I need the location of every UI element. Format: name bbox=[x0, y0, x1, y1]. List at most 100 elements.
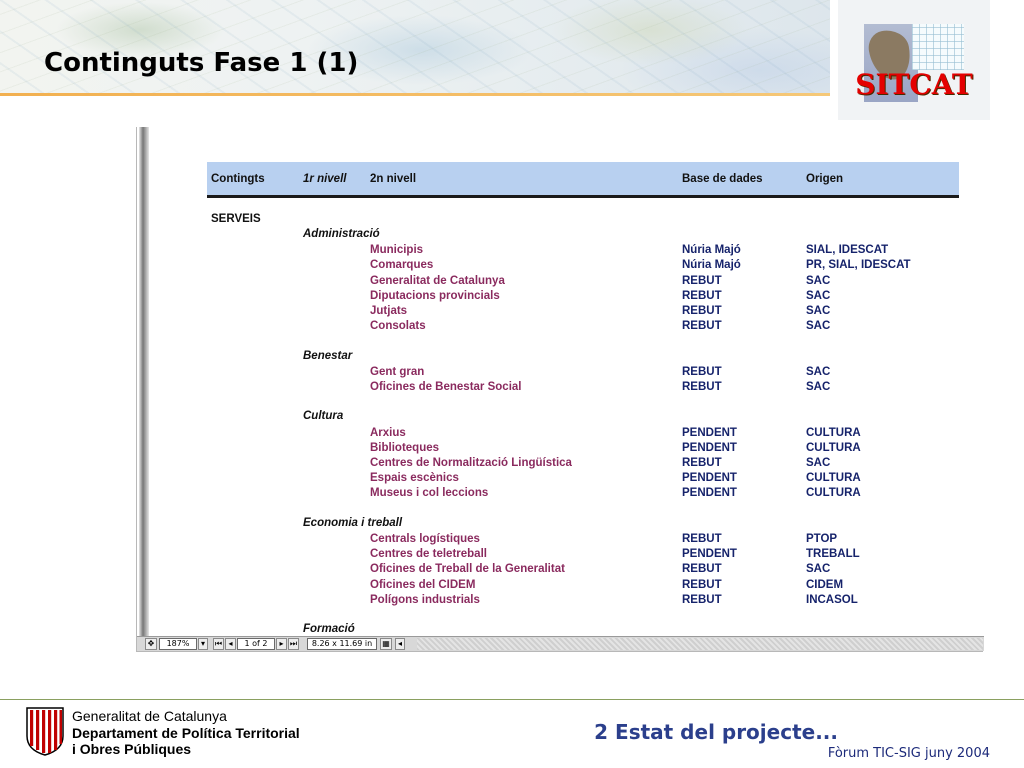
table-row: Arxius PENDENT CULTURA bbox=[149, 426, 984, 441]
item-name: Oficines del CIDEM bbox=[370, 578, 476, 591]
item-database: PENDENT bbox=[682, 472, 737, 485]
item-database: REBUT bbox=[682, 593, 722, 606]
item-database: REBUT bbox=[682, 457, 722, 469]
table-row: Comarques Núria Majó PR, SIAL, IDESCAT bbox=[149, 258, 984, 273]
header-origen: Origen bbox=[806, 173, 844, 185]
item-database: Núria Majó bbox=[682, 244, 741, 257]
item-name: Biblioteques bbox=[370, 441, 440, 454]
item-origin: CULTURA bbox=[806, 426, 861, 439]
item-origin: SAC bbox=[806, 381, 831, 393]
prev-page-icon[interactable]: ◂ bbox=[225, 638, 236, 650]
generalitat-emblem-icon bbox=[26, 707, 64, 756]
item-origin: INCASOL bbox=[806, 593, 858, 606]
table-row: Jutjats REBUT SAC bbox=[149, 304, 984, 319]
first-page-icon[interactable]: ⏮ bbox=[213, 638, 224, 650]
item-origin: SAC bbox=[806, 365, 831, 378]
item-database: PENDENT bbox=[682, 426, 737, 439]
item-name: Centrals logístiques bbox=[370, 533, 480, 545]
item-database: REBUT bbox=[682, 320, 722, 333]
item-origin: TREBALL bbox=[806, 548, 860, 561]
footer-rule bbox=[0, 699, 1024, 700]
table-row: Biblioteques PENDENT CULTURA bbox=[149, 441, 984, 456]
item-name: Oficines de Treball de la Generalitat bbox=[370, 563, 565, 576]
item-name: Consolats bbox=[370, 320, 426, 333]
item-origin: PR, SIAL, IDESCAT bbox=[806, 259, 911, 272]
table-row: Oficines del CIDEM REBUT CIDEM bbox=[149, 578, 984, 593]
item-name: Diputacions provincials bbox=[370, 289, 500, 302]
item-origin: PTOP bbox=[806, 533, 838, 545]
category-label: Formació bbox=[303, 623, 355, 636]
footer-section-title: 2 Estat del projecte... bbox=[594, 720, 838, 744]
table-row: Oficines de Benestar Social REBUT SAC bbox=[149, 380, 984, 395]
item-database: REBUT bbox=[682, 289, 722, 302]
logo-text: SITCAT bbox=[855, 68, 973, 101]
item-database: REBUT bbox=[682, 274, 722, 287]
item-origin: SAC bbox=[806, 320, 831, 333]
document-viewer[interactable]: Contingts 1r nivell 2n nivell Base de da… bbox=[136, 127, 984, 652]
viewer-scroll-edge bbox=[139, 127, 149, 636]
item-database: REBUT bbox=[682, 563, 722, 576]
table-row: Centres de teletreball PENDENT TREBALL bbox=[149, 547, 984, 562]
table-row: Generalitat de Catalunya REBUT SAC bbox=[149, 274, 984, 289]
table-row: Centres de Normalització Lingüística REBU… bbox=[149, 456, 984, 471]
item-name: Museus i col leccions bbox=[370, 487, 489, 500]
header-rule bbox=[0, 93, 830, 96]
table-row: Municipis Núria Majó SIAL, IDESCAT bbox=[149, 243, 984, 258]
item-origin: SAC bbox=[806, 305, 831, 317]
item-name: Oficines de Benestar Social bbox=[370, 381, 522, 393]
header-contingut: Contingts bbox=[211, 173, 265, 185]
logo-grid-icon bbox=[912, 24, 964, 70]
item-origin: SIAL, IDESCAT bbox=[806, 244, 889, 257]
item-origin: SAC bbox=[806, 274, 831, 287]
item-database: REBUT bbox=[682, 533, 722, 545]
last-page-icon[interactable]: ⏭ bbox=[288, 638, 299, 650]
item-origin: CULTURA bbox=[806, 441, 861, 454]
horizontal-scrollbar[interactable] bbox=[417, 638, 983, 650]
category-label: Economia i treball bbox=[303, 516, 403, 529]
item-database: REBUT bbox=[682, 305, 722, 317]
item-name: Generalitat de Catalunya bbox=[370, 274, 505, 287]
table-header: Contingts 1r nivell 2n nivell Base de da… bbox=[207, 162, 959, 198]
table-row: Centrals logístiques REBUT PTOP bbox=[149, 532, 984, 547]
sitcat-logo: SITCAT bbox=[838, 0, 990, 120]
item-origin: CIDEM bbox=[806, 578, 844, 591]
item-name: Comarques bbox=[370, 259, 434, 272]
footer-event: Fòrum TIC-SIG juny 2004 bbox=[827, 746, 990, 761]
next-page-icon[interactable]: ▸ bbox=[276, 638, 287, 650]
viewer-toolbar: ✥ 187% ▾ ⏮ ◂ 1 of 2 ▸ ⏭ 8.26 x 11.69 in … bbox=[137, 636, 984, 651]
table-row: Gent gran REBUT SAC bbox=[149, 365, 984, 380]
item-name: Polígons industrials bbox=[370, 593, 480, 606]
document-page: Contingts 1r nivell 2n nivell Base de da… bbox=[149, 127, 984, 636]
header-base-dades: Base de dades bbox=[682, 173, 763, 185]
zoom-field[interactable]: 187% bbox=[159, 638, 197, 650]
table-row: Oficines de Treball de la Generalitat REB… bbox=[149, 562, 984, 577]
item-name: Municipis bbox=[370, 244, 424, 257]
scroll-left-icon[interactable]: ◂ bbox=[395, 638, 405, 650]
pan-icon[interactable]: ✥ bbox=[145, 638, 157, 650]
item-origin: CULTURA bbox=[806, 487, 861, 500]
header-nivell1: 1r nivell bbox=[303, 173, 347, 185]
table-row: Polígons industrials REBUT INCASOL bbox=[149, 593, 984, 608]
item-database: REBUT bbox=[682, 365, 722, 378]
table-row: Consolats REBUT SAC bbox=[149, 319, 984, 334]
item-name: Espais escènics bbox=[370, 472, 459, 485]
zoom-dropdown-icon[interactable]: ▾ bbox=[198, 638, 208, 650]
item-origin: SAC bbox=[806, 457, 831, 469]
org-line-1: Generalitat de Catalunya bbox=[72, 708, 227, 724]
item-name: Gent gran bbox=[370, 365, 425, 378]
item-database: Núria Majó bbox=[682, 259, 741, 272]
item-origin: CULTURA bbox=[806, 472, 861, 485]
table-row: Museus i col leccions PENDENT CULTURA bbox=[149, 486, 984, 501]
page-indicator[interactable]: 1 of 2 bbox=[237, 638, 275, 650]
grid-icon[interactable]: ▦ bbox=[380, 638, 392, 650]
item-name: Centres de Normalització Lingüística bbox=[370, 457, 572, 469]
item-database: PENDENT bbox=[682, 487, 737, 500]
header-nivell2: 2n nivell bbox=[370, 173, 417, 185]
section-label: SERVEIS bbox=[211, 213, 261, 225]
item-origin: SAC bbox=[806, 289, 831, 302]
item-name: Arxius bbox=[370, 426, 406, 439]
table-row: Diputacions provincials REBUT SAC bbox=[149, 289, 984, 304]
item-database: PENDENT bbox=[682, 548, 737, 561]
org-line-2: Departament de Política Territorial bbox=[72, 725, 300, 741]
item-database: PENDENT bbox=[682, 441, 737, 454]
